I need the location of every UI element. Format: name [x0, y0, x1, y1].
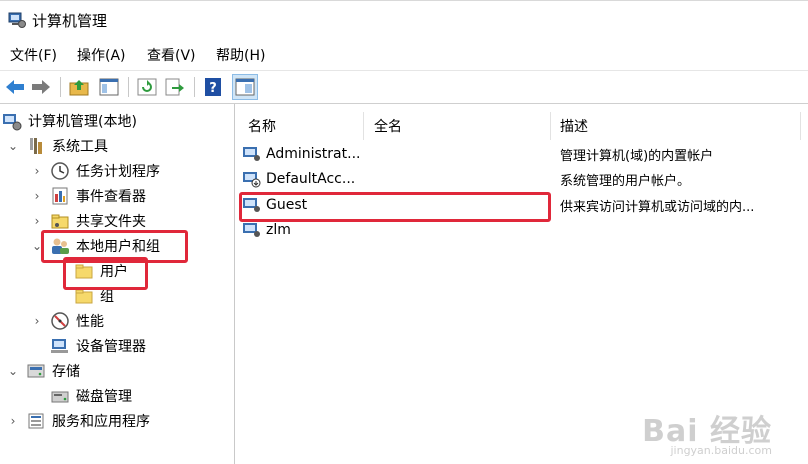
properties-button[interactable]	[232, 74, 258, 100]
tree-item-event-viewer[interactable]: › 事件查看器	[30, 184, 146, 208]
tree-item-performance[interactable]: › 性能	[30, 309, 104, 333]
tree-item-storage[interactable]: ⌄ 存储	[6, 359, 80, 383]
tree-item-computer-management[interactable]: 计算机管理(本地)	[2, 109, 137, 133]
expand-chevron-icon[interactable]: ›	[6, 414, 20, 428]
collapse-chevron-icon[interactable]: ⌄	[6, 364, 20, 378]
menu-view[interactable]: 查看(V)	[147, 45, 196, 65]
user-account-icon	[243, 223, 260, 237]
user-account-disabled-icon	[243, 172, 261, 188]
shared-folder-icon	[51, 214, 69, 229]
menu-help[interactable]: 帮助(H)	[216, 45, 265, 65]
help-button[interactable]: ?	[202, 76, 224, 98]
svg-text:?: ?	[209, 81, 217, 96]
user-description: 系统管理的用户帐户。	[560, 173, 691, 189]
menu-action[interactable]: 操作(A)	[77, 45, 126, 65]
device-manager-icon	[51, 339, 68, 353]
expand-chevron-icon[interactable]: ›	[30, 189, 44, 203]
disk-management-icon	[51, 391, 69, 403]
forward-arrow-icon	[32, 80, 50, 94]
tree-item-task-scheduler[interactable]: › 任务计划程序	[30, 159, 160, 183]
user-description: 管理计算机(域)的内置帐户	[560, 148, 714, 164]
menu-file[interactable]: 文件(F)	[10, 45, 57, 65]
show-hide-tree-button[interactable]	[98, 76, 120, 98]
window-title: 计算机管理	[32, 12, 108, 30]
column-header-fullname[interactable]: 全名	[374, 112, 551, 140]
up-button[interactable]	[68, 76, 90, 98]
properties-icon	[235, 78, 255, 96]
user-account-icon	[243, 147, 260, 161]
table-row[interactable]: DefaultAcc... 系统管理的用户帐户。	[242, 167, 802, 191]
window-top-border	[0, 0, 808, 1]
toolbar-separator	[60, 77, 61, 97]
event-viewer-icon	[52, 187, 68, 205]
up-folder-icon	[69, 80, 89, 96]
computer-management-icon	[8, 12, 26, 28]
table-row[interactable]: Administrat... 管理计算机(域)的内置帐户	[242, 142, 802, 166]
toolbar: ?	[0, 70, 808, 104]
export-list-icon	[165, 78, 184, 96]
tree-item-device-manager[interactable]: 设备管理器	[50, 334, 146, 358]
baidu-watermark: Bai 经验 jingyan.baidu.com	[642, 414, 772, 457]
user-description: 供来宾访问计算机或访问域的内...	[560, 199, 755, 215]
storage-icon	[27, 364, 45, 378]
tree-item-services-apps[interactable]: › 服务和应用程序	[6, 409, 150, 433]
user-name: DefaultAcc...	[266, 171, 356, 187]
expand-chevron-icon[interactable]: ›	[30, 214, 44, 228]
menu-bar: 文件(F) 操作(A) 查看(V) 帮助(H)	[0, 42, 808, 68]
performance-icon	[51, 312, 69, 330]
refresh-button[interactable]	[136, 76, 158, 98]
services-apps-icon	[28, 413, 44, 429]
back-arrow-icon	[6, 80, 24, 94]
tree-item-system-tools[interactable]: ⌄ 系统工具	[6, 134, 108, 158]
navigation-tree: 计算机管理(本地) ⌄ 系统工具 › 任务计划程序 › 事件查看器 › 共享文件…	[0, 104, 235, 464]
tree-item-disk-management[interactable]: 磁盘管理	[50, 384, 132, 408]
tools-icon	[30, 138, 42, 154]
toolbar-separator	[194, 77, 195, 97]
refresh-icon	[137, 78, 157, 96]
clock-icon	[51, 162, 69, 180]
highlight-box-guest	[239, 192, 551, 222]
user-name: Administrat...	[266, 146, 361, 162]
collapse-chevron-icon[interactable]: ⌄	[6, 139, 20, 153]
computer-management-icon	[3, 114, 22, 131]
help-icon: ?	[205, 78, 221, 96]
column-header-name[interactable]: 名称	[248, 112, 364, 140]
expand-chevron-icon[interactable]: ›	[30, 164, 44, 178]
title-bar: 计算机管理	[0, 0, 808, 40]
highlight-box-users	[63, 257, 148, 290]
show-hide-tree-icon	[99, 78, 119, 96]
user-name: zlm	[266, 222, 291, 238]
back-button[interactable]	[4, 76, 26, 98]
expand-chevron-icon[interactable]: ›	[30, 314, 44, 328]
export-list-button[interactable]	[164, 76, 186, 98]
column-header-description[interactable]: 描述	[560, 112, 801, 140]
forward-button[interactable]	[30, 76, 52, 98]
toolbar-separator	[128, 77, 129, 97]
